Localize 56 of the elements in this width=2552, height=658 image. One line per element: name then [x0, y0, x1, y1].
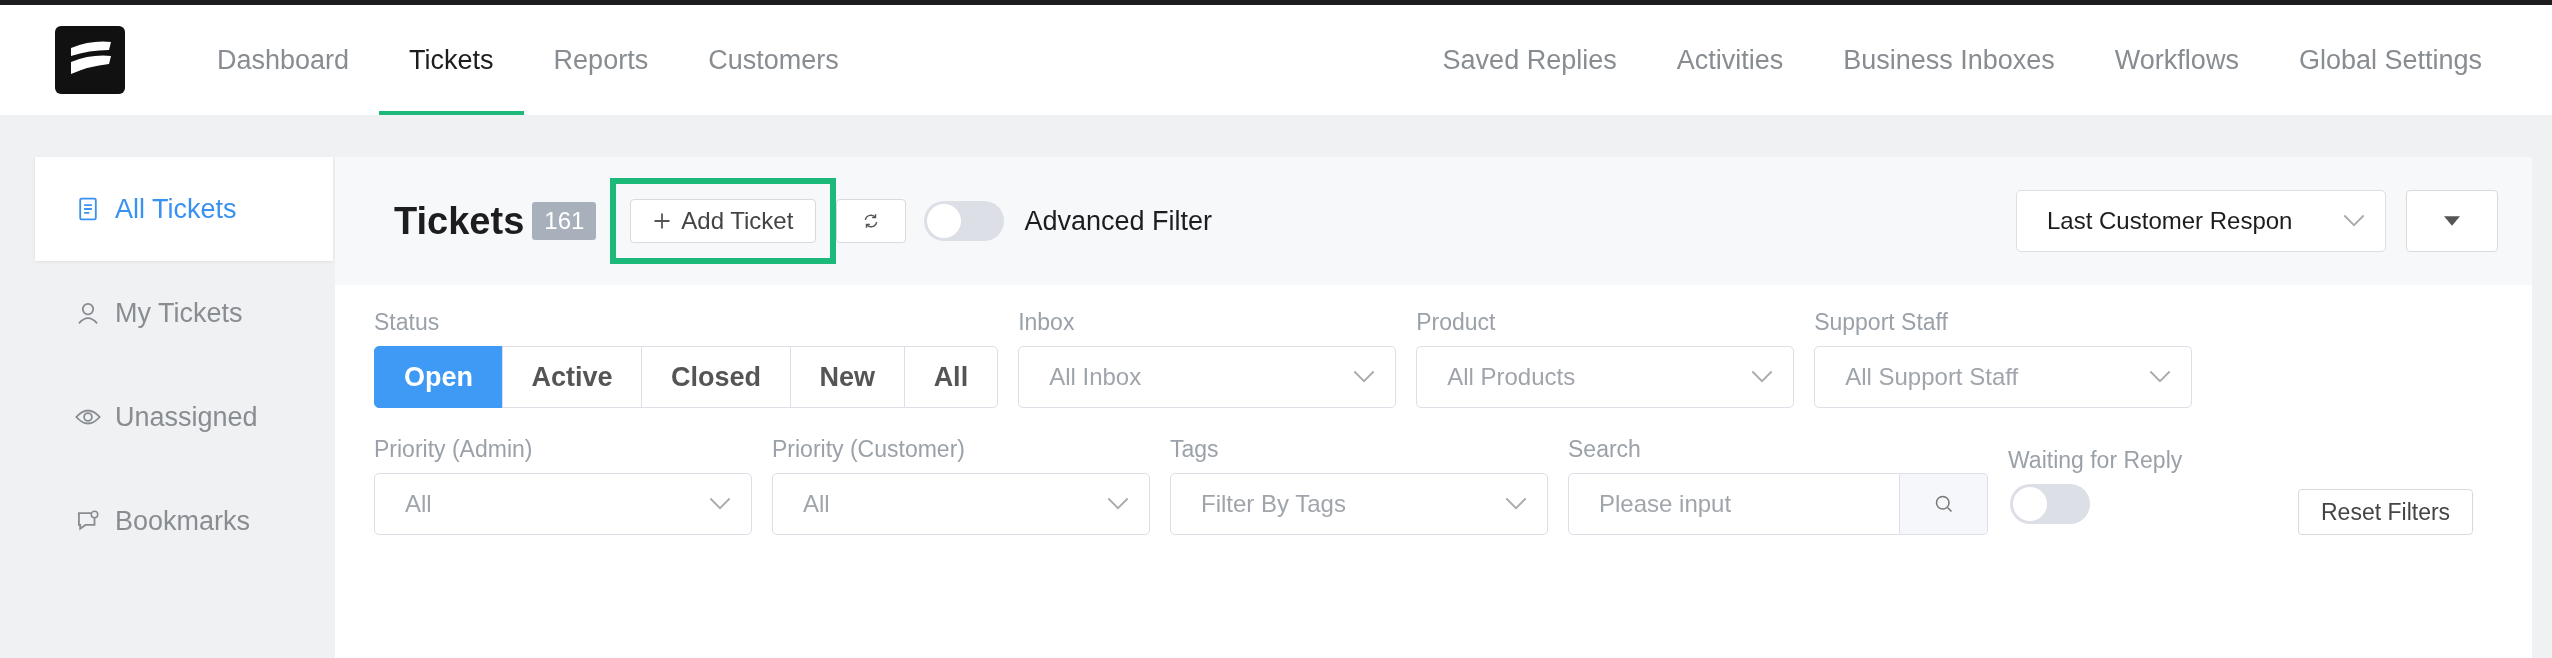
filter-label: Support Staff — [1814, 309, 1949, 336]
caret-icon — [2444, 216, 2460, 226]
nav-link[interactable]: Business Inboxes — [1813, 5, 2085, 115]
nav-link[interactable]: Workflows — [2084, 5, 2269, 115]
filter-label: Waiting for Reply — [2008, 447, 2184, 474]
status-option[interactable]: New — [789, 346, 906, 408]
filter-select[interactable]: All — [772, 473, 1150, 535]
nav-tab[interactable]: Dashboard — [187, 5, 380, 115]
filter-label: Priority (Customer) — [772, 436, 966, 463]
filter-select[interactable]: All Support Staff — [1814, 346, 2193, 408]
chevron-down-icon — [1107, 497, 1129, 511]
nav-link[interactable]: Activities — [1646, 5, 1814, 115]
sidebar-item[interactable]: Bookmarks — [35, 469, 333, 573]
filter-select[interactable]: All — [374, 473, 752, 535]
status-option[interactable]: Active — [501, 346, 643, 408]
filter-select[interactable]: All Products — [1416, 346, 1795, 408]
sort-order-button[interactable] — [2406, 190, 2498, 252]
chevron-down-icon — [1353, 370, 1376, 384]
chevron-down-icon — [1751, 370, 1774, 384]
filter-label: Status — [374, 309, 441, 336]
search-icon — [1933, 494, 1954, 514]
nav-link[interactable]: Saved Replies — [1412, 5, 1647, 115]
filter-label: Inbox — [1018, 309, 1076, 336]
filter-select[interactable]: All Inbox — [1018, 346, 1397, 408]
ticket-count: 161 — [532, 202, 597, 240]
filter-label: Priority (Admin) — [374, 436, 534, 463]
chevron-down-icon — [709, 497, 731, 511]
reset-filters-button[interactable]: Reset Filters — [2298, 489, 2474, 535]
filter-label: Tags — [1170, 436, 1220, 463]
page-title: Tickets — [394, 199, 525, 243]
nav-tab[interactable]: Customers — [678, 5, 869, 115]
sidebar-item[interactable]: All Tickets — [35, 157, 333, 261]
search-field[interactable]: Please input — [1568, 473, 1900, 535]
nav-tab[interactable]: Reports — [523, 5, 679, 115]
advanced-filter-toggle[interactable] — [924, 201, 1005, 241]
status-option[interactable]: Closed — [641, 346, 792, 408]
status-option[interactable]: All — [903, 346, 999, 408]
sort-select[interactable]: Last Customer Respon — [2016, 190, 2386, 252]
logo-icon[interactable] — [55, 26, 125, 94]
advanced-filter-label: Advanced Filter — [1024, 205, 1212, 237]
sidebar-item[interactable]: Unassigned — [35, 365, 333, 469]
add-ticket-button[interactable]: Add Ticket — [630, 199, 817, 243]
filter-select[interactable]: Filter By Tags — [1170, 473, 1548, 535]
nav-tab[interactable]: Tickets — [379, 5, 524, 115]
sidebar-item[interactable]: My Tickets — [35, 261, 333, 365]
chevron-down-icon — [1505, 497, 1527, 511]
waiting-toggle[interactable] — [2010, 484, 2090, 524]
status-option[interactable]: Open — [374, 346, 503, 408]
filter-label: Product — [1416, 309, 1497, 336]
chevron-down-icon — [2343, 214, 2365, 228]
nav-link[interactable]: Global Settings — [2268, 5, 2512, 115]
refresh-button[interactable] — [836, 199, 907, 243]
search-button[interactable] — [1900, 473, 1988, 535]
filter-label: Search — [1568, 436, 1642, 463]
plus-icon — [653, 212, 672, 230]
chevron-down-icon — [2149, 370, 2172, 384]
